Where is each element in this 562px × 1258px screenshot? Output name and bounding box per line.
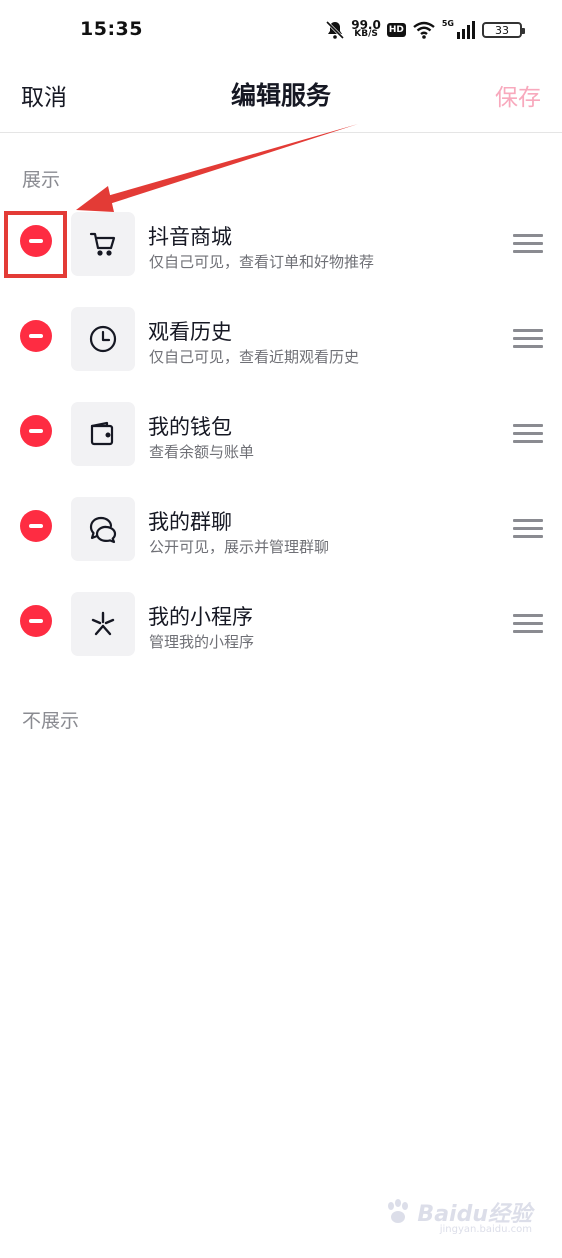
section-title-shown: 展示 — [22, 169, 61, 191]
item-subtitle: 管理我的小程序 — [149, 633, 255, 651]
remove-button[interactable] — [20, 605, 52, 637]
hd-badge: HD — [386, 23, 406, 37]
drag-handle-icon[interactable] — [513, 424, 543, 444]
drag-handle-icon[interactable] — [513, 614, 543, 634]
mute-bell-icon — [326, 20, 345, 40]
item-title: 我的小程序 — [148, 605, 253, 629]
item-subtitle: 查看余额与账单 — [149, 443, 255, 461]
list-item: 我的钱包 查看余额与账单 — [0, 387, 562, 482]
list-item: 我的小程序 管理我的小程序 — [0, 577, 562, 672]
drag-handle-icon[interactable] — [513, 234, 543, 254]
drag-handle-icon[interactable] — [513, 519, 543, 539]
wallet-icon — [71, 402, 135, 466]
miniprogram-icon — [71, 592, 135, 656]
remove-button[interactable] — [20, 320, 52, 352]
watermark-url: jingyan.baidu.com — [439, 1224, 532, 1235]
list-item: 观看历史 仅自己可见，查看近期观看历史 — [0, 292, 562, 387]
signal-icon — [457, 21, 475, 39]
annotation-highlight-box — [4, 211, 67, 278]
save-button[interactable]: 保存 — [495, 78, 541, 112]
battery-icon: 33 — [482, 22, 525, 38]
section-title-hidden: 不展示 — [22, 710, 80, 732]
status-bar: 15:35 99.0 KB/S HD 5G 33 — [0, 0, 562, 60]
status-time: 15:35 — [80, 18, 143, 40]
item-title: 观看历史 — [148, 320, 232, 344]
drag-handle-icon[interactable] — [513, 329, 543, 349]
nav-bar: 取消 编辑服务 保存 — [0, 60, 562, 133]
service-list: 抖音商城 仅自己可见，查看订单和好物推荐 观看历史 仅自己可见，查看近期观看历史… — [0, 197, 562, 672]
wifi-icon — [413, 21, 435, 39]
list-item: 我的群聊 公开可见，展示并管理群聊 — [0, 482, 562, 577]
item-title: 我的钱包 — [148, 415, 232, 439]
remove-button[interactable] — [20, 510, 52, 542]
cart-icon — [71, 212, 135, 276]
watermark-logo: Baidu经验 jingyan.baidu.com — [383, 1196, 532, 1235]
list-item: 抖音商城 仅自己可见，查看订单和好物推荐 — [0, 197, 562, 292]
chat-icon — [71, 497, 135, 561]
page-title: 编辑服务 — [230, 81, 331, 110]
item-subtitle: 公开可见，展示并管理群聊 — [149, 538, 330, 556]
item-title: 抖音商城 — [148, 225, 232, 249]
network-type: 5G — [441, 18, 454, 28]
network-speed: 99.0 KB/S — [351, 18, 381, 39]
item-title: 我的群聊 — [148, 510, 232, 534]
clock-icon — [71, 307, 135, 371]
status-icons: 99.0 KB/S HD 5G 33 — [325, 16, 525, 44]
item-subtitle: 仅自己可见，查看订单和好物推荐 — [149, 253, 375, 271]
paw-icon — [388, 1199, 409, 1223]
remove-button[interactable] — [20, 415, 52, 447]
item-subtitle: 仅自己可见，查看近期观看历史 — [149, 348, 360, 366]
